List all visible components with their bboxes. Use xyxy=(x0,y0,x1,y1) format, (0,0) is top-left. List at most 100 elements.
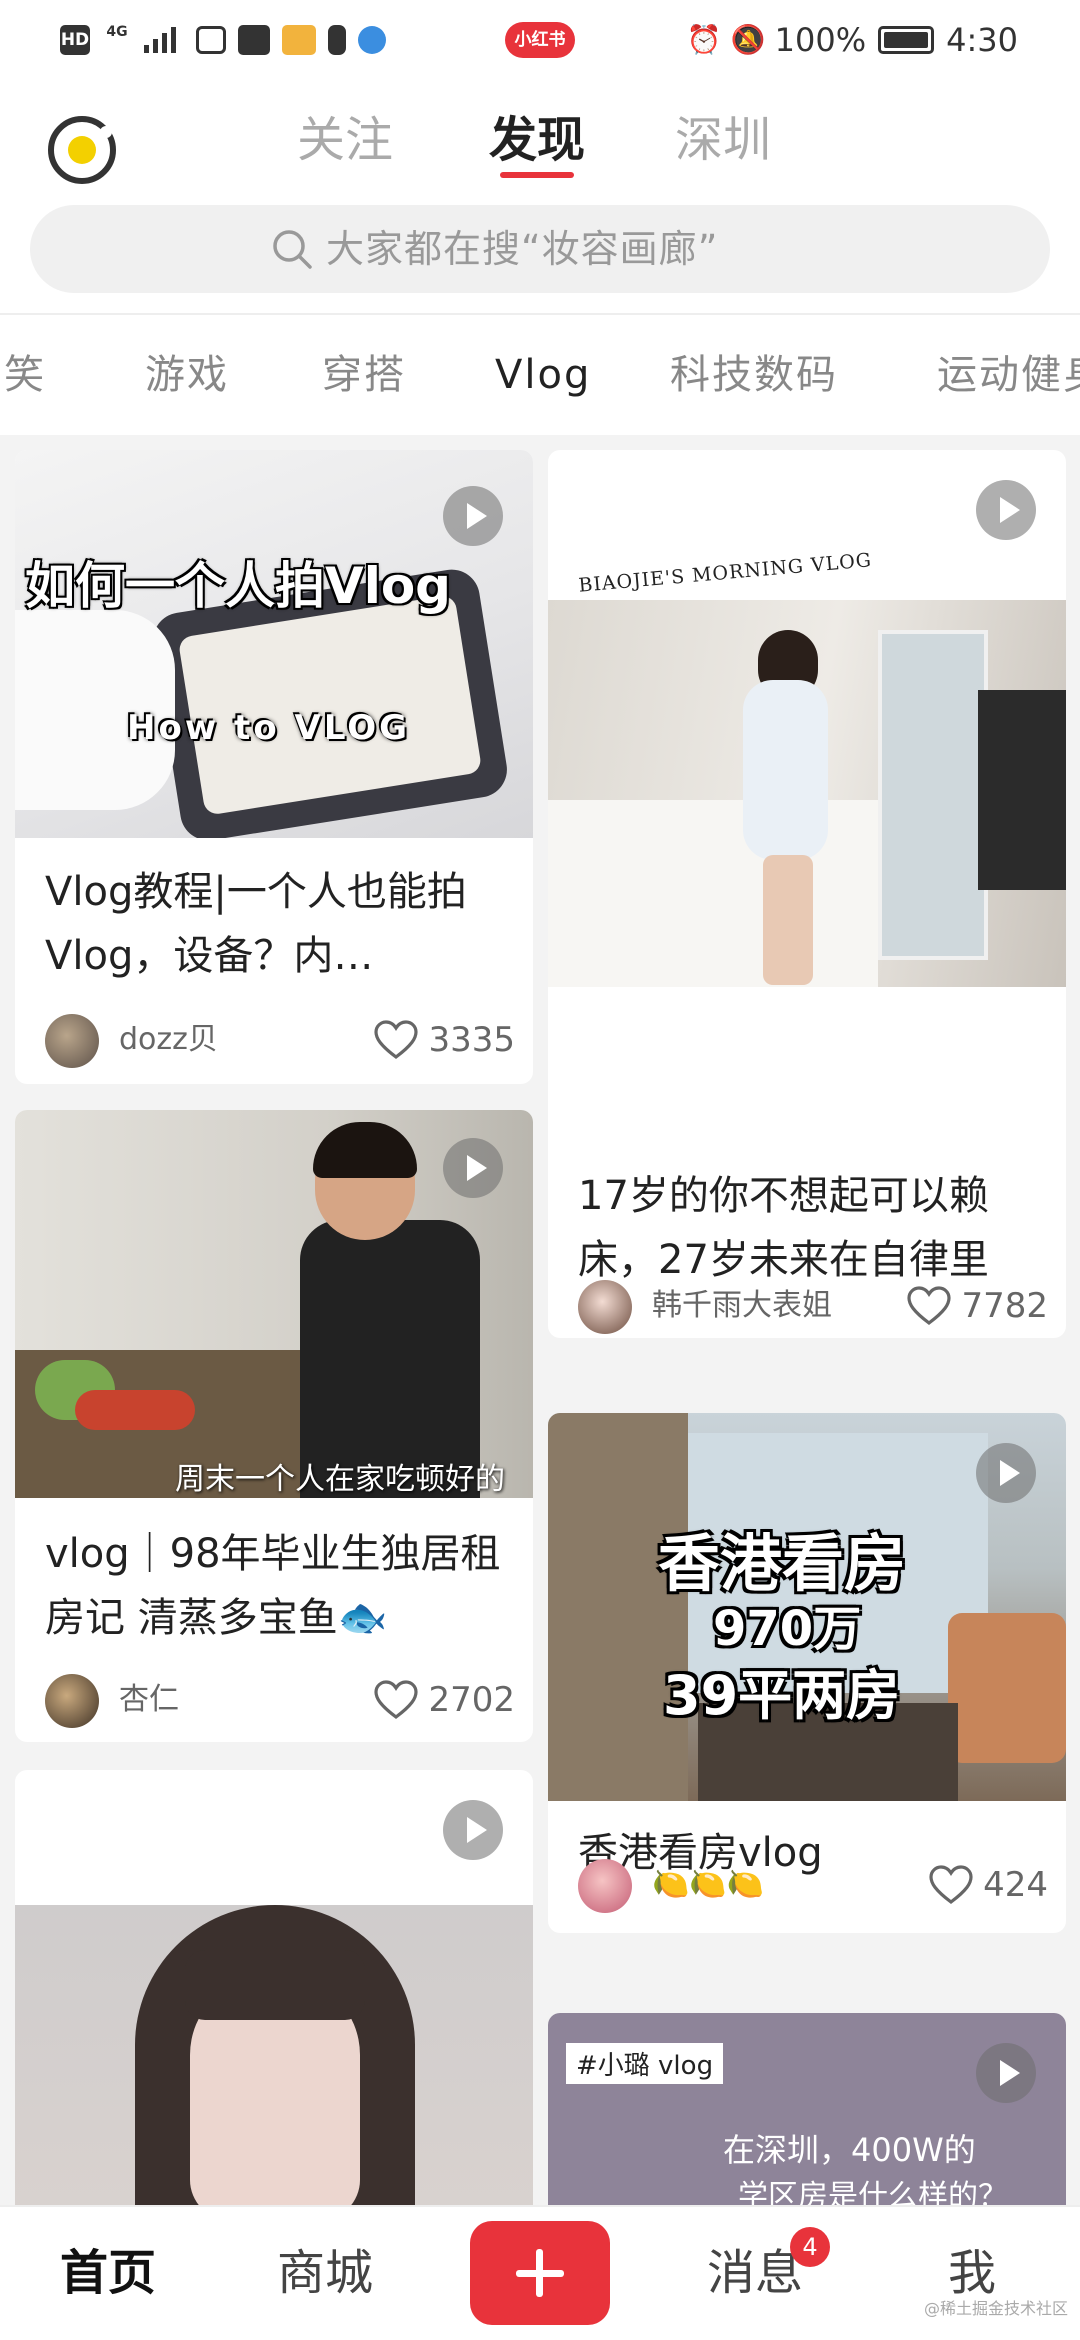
video-thumbnail: 香港看房 970万 39平两房 xyxy=(548,1413,1066,1801)
pill-app-icon xyxy=(328,25,346,55)
author-name[interactable]: 韩千雨大表姐 xyxy=(652,1278,832,1334)
status-bar: HD 4G 小红书 ⏰ 🔕 100% 4:30 xyxy=(0,0,1080,80)
feed-card[interactable]: 香港看房 970万 39平两房 香港看房vlog xyxy=(548,1413,1066,1933)
battery-percent: 100% xyxy=(774,21,867,59)
play-icon xyxy=(976,1443,1036,1503)
search-input[interactable]: 大家都在搜“妆容画廊” xyxy=(30,205,1050,293)
category-bar: 搞笑 游戏 穿搭 Vlog 科技数码 运动健身 xyxy=(0,315,1080,435)
nav-mall[interactable]: 商城 xyxy=(245,2233,405,2313)
like-button[interactable]: 424 xyxy=(929,1857,1048,1913)
feed-card[interactable]: BIAOJIE'S MORNING VLOG 17岁的你不想起可以赖床，27岁未… xyxy=(548,450,1066,1338)
like-button[interactable]: 7782 xyxy=(907,1278,1048,1334)
card-title: 17岁的你不想起可以赖床，27岁未来在自律里 xyxy=(578,1173,989,1283)
feed-card[interactable]: 如何一个人拍Vlog How to VLOG Vlog教程|一个人也能拍Vlog… xyxy=(15,450,533,1084)
publish-plus-button[interactable] xyxy=(470,2221,610,2325)
heart-icon xyxy=(374,1680,419,1720)
battery-icon xyxy=(878,26,935,54)
author-avatar[interactable] xyxy=(45,1014,99,1068)
author-avatar[interactable] xyxy=(578,1280,632,1334)
huawei-app-icon xyxy=(238,25,270,55)
category-sports[interactable]: 运动健身 xyxy=(937,345,1080,405)
heart-icon xyxy=(907,1286,952,1326)
play-icon xyxy=(443,486,503,546)
active-tab-indicator xyxy=(500,172,574,178)
tab-local-city[interactable]: 深圳 xyxy=(658,110,788,170)
thumbnail-caption: 如何一个人拍Vlog xyxy=(25,557,451,615)
search-placeholder: 大家都在搜“妆容画廊” xyxy=(326,227,719,271)
nav-home[interactable]: 首页 xyxy=(28,2233,188,2313)
window-image xyxy=(878,630,988,960)
app-root: HD 4G 小红书 ⏰ 🔕 100% 4:30 关注 发现 深圳 大家都在搜“妆… xyxy=(0,0,1080,2340)
like-button[interactable]: 2702 xyxy=(374,1672,515,1728)
sofa-image xyxy=(948,1613,1066,1763)
category-funny[interactable]: 搞笑 xyxy=(0,345,46,405)
category-outfits[interactable]: 穿搭 xyxy=(322,345,406,405)
person-image xyxy=(743,680,828,860)
browser-app-icon xyxy=(358,26,386,54)
messages-badge: 4 xyxy=(790,2227,830,2267)
menu-logo-icon[interactable] xyxy=(48,116,116,184)
thumbnail-tag: #小璐 vlog xyxy=(566,2043,724,2084)
alarm-icon: ⏰ xyxy=(686,23,722,56)
author-name[interactable]: 🍋🍋🍋 xyxy=(652,1857,764,1913)
video-thumbnail: #小璐 vlog 在深圳，400W的 学区房是什么样的？ xyxy=(548,2013,1066,2205)
feed-card[interactable]: 周末一个人在家吃顿好的 vlog｜98年毕业生独居租房记 清蒸多宝鱼🐟 杏仁 2… xyxy=(15,1110,533,1742)
tab-follow[interactable]: 关注 xyxy=(280,110,410,170)
video-thumbnail xyxy=(15,1905,533,2205)
feed-card[interactable] xyxy=(15,1770,533,2205)
thumbnail-caption-price: 970万 xyxy=(713,1601,862,1657)
like-count: 7782 xyxy=(961,1286,1048,1326)
author-name[interactable]: 杏仁 xyxy=(119,1672,179,1728)
like-count: 3335 xyxy=(428,1020,515,1060)
mail-app-icon xyxy=(282,25,316,55)
thumbnail-caption-size: 39平两房 xyxy=(663,1664,901,1727)
video-thumbnail xyxy=(548,600,1066,987)
search-section: 大家都在搜“妆容画廊” xyxy=(0,200,1080,315)
category-tech[interactable]: 科技数码 xyxy=(670,345,838,405)
author-name[interactable]: dozz贝 xyxy=(119,1012,218,1068)
curtain-image xyxy=(548,1413,688,1801)
tv-image xyxy=(978,690,1066,890)
thumbnail-caption: BIAOJIE'S MORNING VLOG xyxy=(577,549,873,597)
card-footer: 杏仁 2702 xyxy=(45,1672,515,1728)
discover-feed: 如何一个人拍Vlog How to VLOG Vlog教程|一个人也能拍Vlog… xyxy=(0,435,1080,2205)
person-bangs-image xyxy=(185,1950,365,2020)
thumbnail-caption: 周末一个人在家吃顿好的 xyxy=(175,1462,505,1497)
card-footer: dozz贝 3335 xyxy=(45,1012,515,1068)
heart-icon xyxy=(929,1865,973,1905)
play-icon xyxy=(443,1800,503,1860)
video-thumbnail: 如何一个人拍Vlog How to VLOG xyxy=(15,450,533,838)
person-hair-image xyxy=(313,1122,417,1178)
heart-icon xyxy=(374,1020,419,1060)
play-icon xyxy=(976,2043,1036,2103)
card-footer: 韩千雨大表姐 7782 xyxy=(578,1278,1048,1334)
card-title: vlog｜98年毕业生独居租房记 清蒸多宝鱼🐟 xyxy=(45,1531,501,1641)
network-type: 4G xyxy=(106,24,128,40)
mute-icon: 🔕 xyxy=(730,23,766,56)
search-icon xyxy=(273,230,312,269)
card-footer: 🍋🍋🍋 424 xyxy=(578,1857,1048,1913)
author-avatar[interactable] xyxy=(45,1674,99,1728)
hd-badge: HD xyxy=(60,25,90,55)
play-icon xyxy=(976,480,1036,540)
signal-icon xyxy=(144,25,184,55)
like-count: 424 xyxy=(983,1865,1048,1905)
author-avatar[interactable] xyxy=(578,1859,632,1913)
category-vlog[interactable]: Vlog xyxy=(495,345,591,405)
tv-app-icon xyxy=(196,26,226,54)
card-title: Vlog教程|一个人也能拍Vlog，设备？内… xyxy=(45,869,467,979)
brand-badge: 小红书 xyxy=(505,22,575,58)
play-icon xyxy=(443,1138,503,1198)
tab-discover[interactable]: 发现 xyxy=(472,110,602,170)
clock-time: 4:30 xyxy=(946,21,1018,59)
thumbnail-subcaption: 学区房是什么样的？ xyxy=(738,2179,1008,2205)
status-right: ⏰ 🔕 100% 4:30 xyxy=(687,16,1018,64)
like-button[interactable]: 3335 xyxy=(374,1012,515,1068)
bed-image xyxy=(548,800,878,987)
thumbnail-subcaption: How to VLOG xyxy=(127,708,411,748)
watermark-text: @稀土掘金技术社区 xyxy=(923,2299,1068,2318)
meat-image xyxy=(75,1390,195,1430)
feed-card[interactable]: #小璐 vlog 在深圳，400W的 学区房是什么样的？ xyxy=(548,2013,1066,2205)
top-header: 关注 发现 深圳 xyxy=(0,80,1080,200)
category-games[interactable]: 游戏 xyxy=(145,345,229,405)
